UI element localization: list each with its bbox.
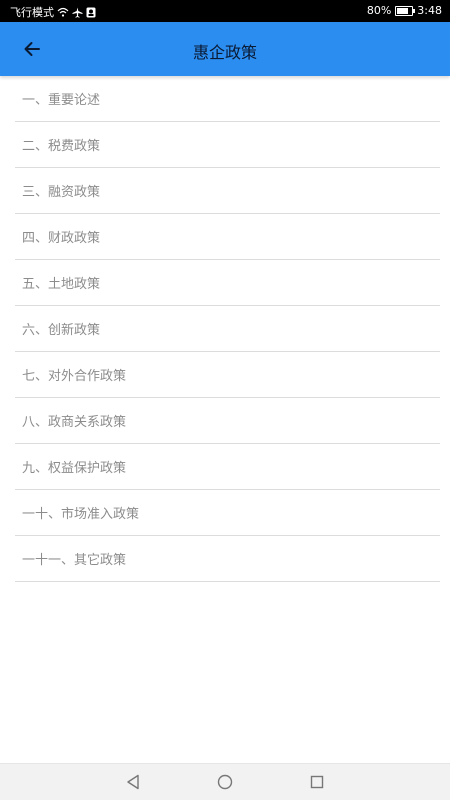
list-item[interactable]: 四、财政政策 (15, 214, 440, 260)
battery-percent: 80% (366, 4, 392, 17)
nav-recents-button[interactable] (307, 772, 327, 792)
list-item-label: 七、对外合作政策 (22, 369, 127, 384)
status-bar: 飞行模式 80% 3:48 (0, 0, 450, 22)
list-item-label: 四、财政政策 (22, 231, 101, 246)
navigation-bar (0, 763, 450, 800)
status-left: 飞行模式 (10, 4, 96, 20)
list-item[interactable]: 一十、市场准入政策 (15, 490, 440, 536)
list-item-label: 三、融资政策 (22, 185, 101, 200)
clock: 3:48 (417, 4, 442, 17)
list-item-label: 一十、市场准入政策 (22, 507, 140, 522)
list-item[interactable]: 七、对外合作政策 (15, 352, 440, 398)
status-right: 80% 3:48 (367, 4, 442, 17)
list-item-label: 一、重要论述 (22, 93, 101, 108)
airplane-icon (72, 7, 83, 18)
list-item-label: 二、税费政策 (22, 139, 101, 154)
list-item[interactable]: 一、重要论述 (15, 76, 440, 122)
airplane-mode-label: 飞行模式 (10, 6, 54, 19)
list-item[interactable]: 五、土地政策 (15, 260, 440, 306)
battery-icon (395, 5, 416, 16)
page-title: 惠企政策 (192, 43, 257, 62)
wifi-icon (57, 7, 69, 17)
list-item-label: 八、政商关系政策 (22, 415, 127, 430)
list-item[interactable]: 八、政商关系政策 (15, 398, 440, 444)
list-item[interactable]: 二、税费政策 (15, 122, 440, 168)
battery-fill (397, 7, 409, 14)
app-bar: 惠企政策 (0, 22, 450, 76)
list-item[interactable]: 六、创新政策 (15, 306, 440, 352)
triangle-back-icon (127, 774, 139, 790)
notification-app-icon (86, 7, 96, 18)
list-item[interactable]: 三、融资政策 (15, 168, 440, 214)
list-item-label: 五、土地政策 (22, 277, 101, 292)
nav-home-button[interactable] (215, 772, 235, 792)
policy-list: 一、重要论述 二、税费政策 三、融资政策 四、财政政策 五、土地政策 六、创新政策七、对外… (15, 76, 440, 582)
list-item-label: 一十一、其它政策 (22, 553, 127, 568)
circle-home-icon (217, 774, 233, 790)
list-item-label: 六、创新政策 (22, 323, 101, 338)
list-item[interactable]: 一十一、其它政策 (15, 536, 440, 582)
list-item-label: 九、权益保护政策 (22, 461, 127, 476)
list-item[interactable]: 九、权益保护政策 (15, 444, 440, 490)
square-recents-icon (310, 775, 324, 789)
nav-back-button[interactable] (123, 772, 143, 792)
